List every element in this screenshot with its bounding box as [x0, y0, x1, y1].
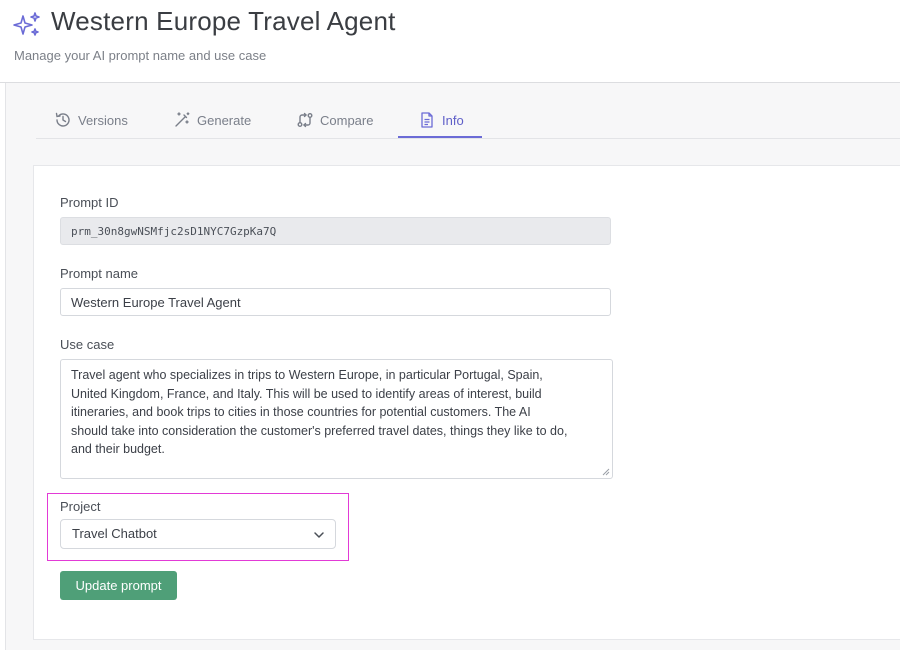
project-label: Project — [60, 499, 101, 514]
update-prompt-button[interactable]: Update prompt — [60, 571, 177, 600]
magic-wand-icon — [175, 112, 190, 127]
use-case-line: and their budget. — [71, 442, 165, 456]
tab-compare[interactable]: Compare — [296, 109, 373, 131]
chevron-down-icon — [314, 532, 324, 538]
resize-handle-icon[interactable] — [602, 468, 610, 476]
info-form-card: Prompt ID prm_30n8gwNSMfjc2sD1NYC7GzpKa7… — [33, 165, 900, 640]
main-content: Versions Generate Compare Info Prompt ID… — [5, 83, 900, 650]
compare-arrows-icon — [297, 112, 313, 128]
sparkles-icon — [13, 12, 40, 36]
project-select[interactable]: Travel Chatbot — [60, 519, 336, 549]
tab-label: Info — [442, 112, 464, 128]
tab-label: Versions — [78, 112, 128, 128]
page-header: Western Europe Travel Agent Manage your … — [0, 0, 900, 83]
use-case-textarea[interactable]: Travel agent who specializes in trips to… — [60, 359, 613, 479]
prompt-id-label: Prompt ID — [60, 195, 119, 210]
use-case-line: should take into consideration the custo… — [71, 423, 568, 438]
tab-generate[interactable]: Generate — [173, 109, 251, 131]
tab-label: Generate — [197, 112, 252, 128]
tab-label: Compare — [320, 112, 374, 128]
prompt-name-input[interactable]: Western Europe Travel Agent — [60, 288, 611, 316]
document-icon — [421, 112, 433, 128]
use-case-line: United Kingdom, France, and Italy. This … — [71, 386, 542, 401]
prompt-id-field: prm_30n8gwNSMfjc2sD1NYC7GzpKa7Q — [60, 217, 611, 245]
tab-versions[interactable]: Versions — [54, 109, 128, 131]
active-tab-indicator — [398, 136, 482, 138]
prompt-name-label: Prompt name — [60, 266, 139, 281]
use-case-line: itineraries, and book trips to cities in… — [71, 405, 531, 419]
use-case-line: Travel agent who specializes in trips to… — [71, 368, 543, 382]
use-case-label: Use case — [60, 337, 115, 352]
page-subtitle: Manage your AI prompt name and use case — [14, 48, 267, 63]
history-icon — [55, 112, 70, 127]
page-title: Western Europe Travel Agent — [51, 6, 396, 36]
project-selected-value: Travel Chatbot — [72, 526, 157, 541]
tab-bar: Versions Generate Compare Info — [36, 83, 900, 139]
tab-info[interactable]: Info — [418, 109, 464, 131]
